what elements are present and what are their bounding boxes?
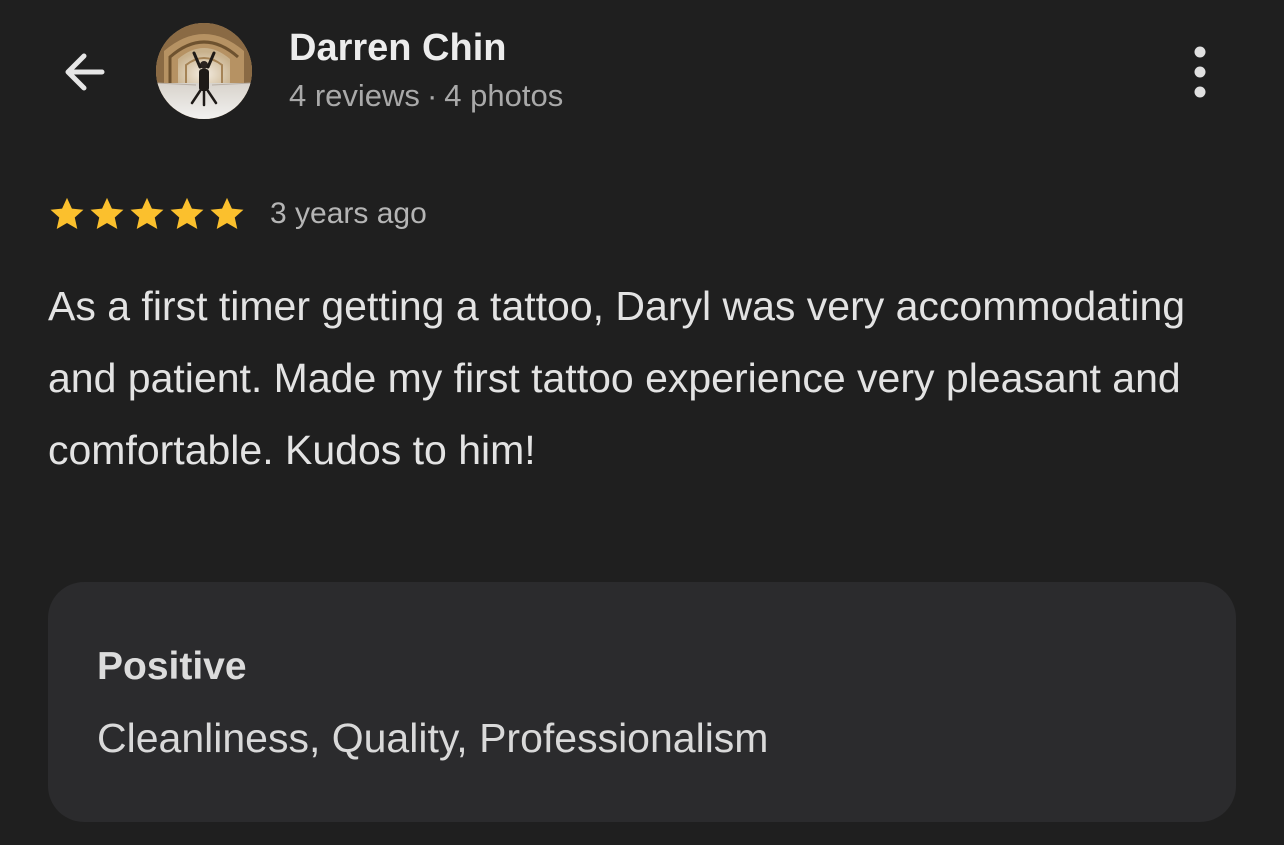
stats-separator: ·	[426, 78, 438, 113]
arrow-left-icon	[65, 53, 105, 91]
more-options-button[interactable]	[1170, 40, 1230, 104]
reviewer-name[interactable]: Darren Chin	[289, 27, 506, 70]
star-icon	[210, 197, 244, 230]
review-time: 3 years ago	[270, 197, 427, 230]
review-text: As a first timer getting a tattoo, Daryl…	[48, 283, 1186, 473]
review-attributes-card: Positive Cleanliness, Quality, Professio…	[48, 582, 1236, 822]
reviews-count: 4 reviews	[289, 78, 420, 113]
reviewer-stats: 4 reviews · 4 photos	[289, 78, 563, 114]
photos-count: 4 photos	[444, 78, 564, 113]
star-icon	[90, 197, 124, 230]
review-rating-row: 3 years ago	[48, 193, 427, 235]
back-button[interactable]	[52, 40, 116, 104]
star-icon	[50, 197, 84, 230]
attribute-values: Cleanliness, Quality, Professionalism	[97, 715, 769, 761]
star-rating	[48, 195, 248, 233]
profile-photo-icon	[156, 23, 252, 119]
attribute-heading: Positive	[97, 645, 247, 688]
avatar[interactable]	[156, 23, 252, 119]
star-icon	[130, 197, 164, 230]
star-icon	[170, 197, 204, 230]
more-vertical-icon	[1194, 46, 1206, 98]
